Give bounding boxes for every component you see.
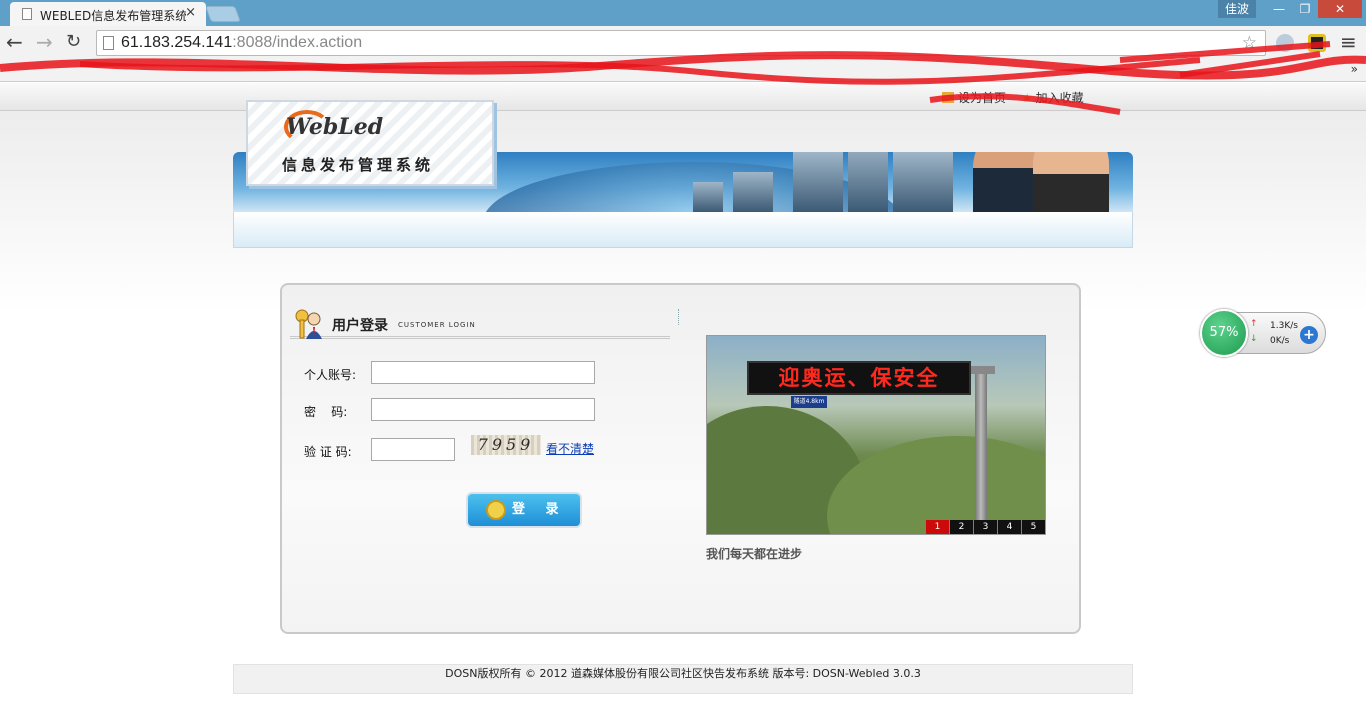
maximize-button[interactable]: ❐ bbox=[1292, 0, 1318, 18]
page-icon bbox=[103, 36, 114, 50]
browser-toolbar: ← → ↻ 61.183.254.141:8088/index.action ☆… bbox=[0, 26, 1366, 60]
login-header: 用户登录 CUSTOMER LOGIN bbox=[290, 305, 670, 339]
image-slideshow[interactable]: 迎奥运、保安全 隧道4.8km 1 2 3 4 5 bbox=[706, 335, 1046, 535]
extension-globe-icon[interactable] bbox=[1276, 34, 1294, 52]
user-key-icon bbox=[295, 309, 322, 339]
slide-tab-4[interactable]: 4 bbox=[998, 520, 1021, 534]
captcha-label: 验 证 码: bbox=[304, 445, 352, 459]
footer: DOSN版权所有 © 2012 道森媒体股份有限公司社区快告发布系统 版本号: … bbox=[233, 664, 1133, 694]
key-icon bbox=[486, 500, 506, 520]
login-button[interactable]: 登 录 bbox=[466, 492, 582, 528]
url-path: :8088/index.action bbox=[232, 34, 363, 51]
divider bbox=[678, 309, 679, 325]
document-icon bbox=[22, 8, 32, 20]
password-label: 密 码: bbox=[304, 405, 348, 419]
slide-tab-5[interactable]: 5 bbox=[1022, 520, 1045, 534]
building-graphic bbox=[693, 182, 723, 212]
extension-icon[interactable] bbox=[1308, 34, 1326, 52]
new-tab-button[interactable] bbox=[205, 6, 241, 22]
logo: WebLed 信息发布管理系统 bbox=[246, 100, 494, 186]
address-bar[interactable]: 61.183.254.141:8088/index.action ☆ bbox=[96, 30, 1266, 56]
building-graphic bbox=[793, 152, 843, 212]
banner-underbar bbox=[233, 212, 1133, 248]
home-icon bbox=[942, 92, 954, 103]
building-graphic bbox=[733, 172, 773, 212]
bookmarks-bar: » bbox=[0, 60, 1366, 82]
building-graphic bbox=[893, 152, 953, 212]
logo-brand: WebLed bbox=[286, 114, 384, 140]
add-favorite-link[interactable]: 加入收藏 bbox=[1036, 91, 1084, 105]
login-title: 用户登录 bbox=[332, 318, 388, 334]
sign-pole bbox=[975, 374, 987, 534]
bookmarks-overflow-button[interactable]: » bbox=[1351, 62, 1358, 76]
page-top-strip: 设为首页 ★ 加入收藏 bbox=[0, 83, 1366, 111]
captcha-refresh-link[interactable]: 看不清楚 bbox=[546, 440, 594, 457]
captcha-input[interactable] bbox=[371, 438, 455, 461]
arrow-up-icon: ↑ bbox=[1250, 319, 1258, 329]
tab-close-button[interactable]: × bbox=[185, 5, 196, 20]
reload-icon[interactable]: ↻ bbox=[66, 30, 81, 54]
road-sign: 隧道4.8km bbox=[791, 396, 827, 408]
slide-tab-2[interactable]: 2 bbox=[950, 520, 973, 534]
slide-tabs: 1 2 3 4 5 bbox=[925, 520, 1045, 534]
building-graphic bbox=[848, 152, 888, 212]
close-window-button[interactable]: ✕ bbox=[1318, 0, 1362, 18]
led-sign: 迎奥运、保安全 bbox=[747, 361, 971, 395]
memory-percent: 57% bbox=[1200, 309, 1248, 357]
login-button-label: 登 录 bbox=[512, 502, 567, 517]
minimize-button[interactable]: — bbox=[1266, 0, 1292, 18]
browser-titlebar: WEBLED信息发布管理系统 × 佳波 — ❐ ✕ bbox=[0, 0, 1366, 26]
plus-icon[interactable]: + bbox=[1300, 326, 1318, 344]
captcha-image[interactable]: 7959 bbox=[471, 435, 541, 455]
back-arrow-icon[interactable]: ← bbox=[6, 30, 23, 54]
favorite-star-icon: ★ bbox=[1021, 91, 1033, 105]
logo-subtitle: 信息发布管理系统 bbox=[282, 156, 435, 174]
slide-tab-3[interactable]: 3 bbox=[974, 520, 997, 534]
password-input[interactable] bbox=[371, 398, 595, 421]
bookmark-star-icon[interactable]: ☆ bbox=[1242, 33, 1257, 53]
tab-title: WEBLED信息发布管理系统 bbox=[40, 9, 186, 23]
businesswoman-photo bbox=[1033, 152, 1109, 212]
menu-icon[interactable]: ≡ bbox=[1340, 30, 1357, 54]
forward-arrow-icon[interactable]: → bbox=[36, 30, 53, 54]
upload-speed: 1.3K/s bbox=[1270, 321, 1298, 331]
account-label: 个人账号: bbox=[304, 368, 357, 382]
account-input[interactable] bbox=[371, 361, 595, 384]
slideshow-caption: 我们每天都在进步 bbox=[706, 547, 803, 561]
login-title-en: CUSTOMER LOGIN bbox=[398, 321, 476, 329]
slide-tab-1[interactable]: 1 bbox=[926, 520, 949, 534]
top-links: 设为首页 ★ 加入收藏 bbox=[936, 89, 1084, 106]
login-panel: 用户登录 CUSTOMER LOGIN 个人账号: 密 码: 验 证 码: 79… bbox=[280, 283, 1081, 634]
set-home-link[interactable]: 设为首页 bbox=[958, 91, 1006, 105]
download-speed: 0K/s bbox=[1270, 336, 1290, 346]
arrow-down-icon: ↓ bbox=[1250, 334, 1258, 344]
businessman-photo bbox=[973, 152, 1037, 212]
url-text: 61.183.254.141:8088/index.action bbox=[121, 34, 362, 52]
page-body: 设为首页 ★ 加入收藏 WebLed 信息发布管理系统 用户登录 CUSTOME… bbox=[0, 83, 1366, 728]
profile-name[interactable]: 佳波 bbox=[1218, 0, 1256, 18]
url-host: 61.183.254.141 bbox=[121, 34, 233, 51]
browser-tab[interactable]: WEBLED信息发布管理系统 × bbox=[10, 2, 206, 26]
